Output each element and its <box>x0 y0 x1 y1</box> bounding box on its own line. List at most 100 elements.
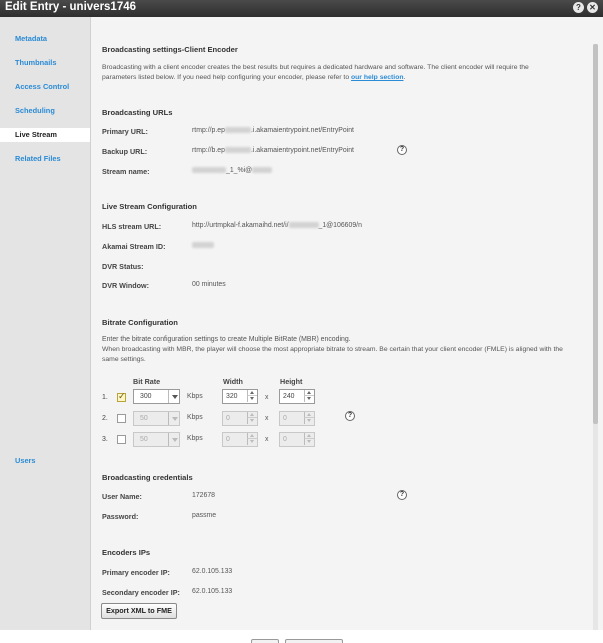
backup-url-value: rtmp://b.ep .i.akamaientrypoint.net/Entry… <box>192 147 354 154</box>
stepper-down-icon[interactable] <box>304 418 314 424</box>
close-icon[interactable]: ✕ <box>587 2 598 13</box>
primary-url-suffix: .i.akamaientrypoint.net/EntryPoint <box>250 127 354 134</box>
stream-name-label: Stream name: <box>102 167 150 176</box>
help-section-link[interactable]: our help section <box>351 74 404 81</box>
akamai-id-value <box>192 242 214 249</box>
help-icon[interactable]: ? <box>397 145 407 155</box>
primary-ip-value: 62.0.105.133 <box>192 568 233 575</box>
hls-url-value: http://urtmpkal-f.akamaihd.net/i/ _1@1066… <box>192 222 362 229</box>
help-icon[interactable]: ? <box>573 2 584 13</box>
sidebar-item-metadata[interactable]: Metadata <box>0 32 90 46</box>
encoder-ips-heading: Encoders IPs <box>102 548 151 557</box>
redacted-block <box>192 167 226 174</box>
bitrate-3-checkbox[interactable] <box>117 435 126 444</box>
window-titlebar: Edit Entry - univers1746 ? ✕ <box>0 0 603 17</box>
username-value: 172678 <box>192 492 215 499</box>
redacted-block <box>224 147 251 154</box>
akamai-id-label: Akamai Stream ID: <box>102 242 166 251</box>
chevron-down-icon[interactable] <box>168 412 179 425</box>
help-icon[interactable]: ? <box>397 490 407 500</box>
bitrate-column-header: Bit Rate <box>133 377 161 386</box>
sidebar-item-live-stream[interactable]: Live Stream <box>0 128 90 142</box>
times-sign: x <box>265 394 269 401</box>
scrollbar-thumb[interactable] <box>593 44 598 424</box>
redacted-block <box>288 222 319 229</box>
stepper-down-icon[interactable] <box>304 396 314 402</box>
height-column-header: Height <box>280 377 303 386</box>
stream-name-value: _1_%i@ <box>192 167 273 174</box>
chevron-down-icon[interactable] <box>168 390 179 403</box>
bitrate-1-value: 300 <box>140 393 152 400</box>
height-1-stepper[interactable]: 240 <box>279 389 315 404</box>
primary-ip-label: Primary encoder IP: <box>102 568 170 577</box>
sidebar: Metadata Thumbnails Access Control Sched… <box>0 17 90 630</box>
footer-button[interactable] <box>285 639 343 643</box>
width-1-stepper[interactable]: 320 <box>222 389 258 404</box>
stepper-down-icon[interactable] <box>247 439 257 445</box>
footer-button[interactable] <box>251 639 279 643</box>
encoder-description-period: . <box>403 74 406 81</box>
dvr-status-label: DVR Status: <box>102 262 144 271</box>
width-2-value: 0 <box>226 415 230 422</box>
help-icon[interactable]: ? <box>345 411 355 421</box>
row-number: 2. <box>102 415 108 422</box>
hls-url-prefix: http://urtmpkal-f.akamaihd.net/i/ <box>192 222 289 229</box>
bitrate-3-select[interactable]: 50 <box>133 432 180 447</box>
encoder-description: Broadcasting with a client encoder creat… <box>102 63 562 83</box>
stream-name-text: _1_%i@ <box>226 167 253 174</box>
stepper-down-icon[interactable] <box>247 418 257 424</box>
bitrate-2-checkbox[interactable] <box>117 414 126 423</box>
bitrate-intro-2: When broadcasting with MBR, the player w… <box>102 346 563 363</box>
window-title: Edit Entry - univers1746 <box>5 1 137 13</box>
bitrate-2-value: 50 <box>140 415 148 422</box>
sidebar-item-thumbnails[interactable]: Thumbnails <box>0 56 90 70</box>
sidebar-item-access-control[interactable]: Access Control <box>0 80 90 94</box>
live-config-heading: Live Stream Configuration <box>102 202 197 211</box>
dialog-footer <box>0 630 603 643</box>
width-2-stepper[interactable]: 0 <box>222 411 258 426</box>
primary-url-label: Primary URL: <box>102 127 148 136</box>
encoder-heading: Broadcasting settings-Client Encoder <box>102 45 238 54</box>
kbps-unit: Kbps <box>187 393 203 400</box>
export-xml-button[interactable]: Export XML to FME <box>101 603 177 619</box>
stepper-down-icon[interactable] <box>304 439 314 445</box>
width-column-header: Width <box>223 377 243 386</box>
backup-url-label: Backup URL: <box>102 147 148 156</box>
credentials-heading: Broadcasting credentials <box>102 473 193 482</box>
sidebar-item-users[interactable]: Users <box>0 454 90 468</box>
kbps-unit: Kbps <box>187 435 203 442</box>
hls-url-suffix: _1@106609/n <box>318 222 362 229</box>
height-1-value: 240 <box>283 393 295 400</box>
bitrate-2-select[interactable]: 50 <box>133 411 180 426</box>
username-label: User Name: <box>102 492 142 501</box>
backup-url-prefix: rtmp://b.ep <box>192 147 225 154</box>
sidebar-item-related-files[interactable]: Related Files <box>0 152 90 166</box>
width-3-stepper[interactable]: 0 <box>222 432 258 447</box>
secondary-ip-value: 62.0.105.133 <box>192 588 233 595</box>
backup-url-suffix: .i.akamaientrypoint.net/EntryPoint <box>250 147 354 154</box>
times-sign: x <box>265 436 269 443</box>
redacted-block <box>224 127 251 134</box>
chevron-down-icon[interactable] <box>168 433 179 446</box>
password-label: Password: <box>102 512 139 521</box>
scrollbar[interactable] <box>589 17 603 634</box>
password-value: passme <box>192 512 217 519</box>
bitrate-1-select[interactable]: 300 <box>133 389 180 404</box>
urls-heading: Broadcasting URLs <box>102 108 173 117</box>
height-3-value: 0 <box>283 436 287 443</box>
bitrate-1-checkbox[interactable] <box>117 391 126 402</box>
stepper-down-icon[interactable] <box>247 396 257 402</box>
bitrate-3-value: 50 <box>140 436 148 443</box>
redacted-block <box>192 242 214 249</box>
bitrate-intro-1: Enter the bitrate configuration settings… <box>102 336 351 343</box>
kbps-unit: Kbps <box>187 414 203 421</box>
primary-url-value: rtmp://p.ep .i.akamaientrypoint.net/Entry… <box>192 127 354 134</box>
sidebar-item-scheduling[interactable]: Scheduling <box>0 104 90 118</box>
height-2-value: 0 <box>283 415 287 422</box>
width-3-value: 0 <box>226 436 230 443</box>
bitrate-heading: Bitrate Configuration <box>102 318 178 327</box>
secondary-ip-label: Secondary encoder IP: <box>102 588 180 597</box>
height-2-stepper[interactable]: 0 <box>279 411 315 426</box>
primary-url-prefix: rtmp://p.ep <box>192 127 225 134</box>
height-3-stepper[interactable]: 0 <box>279 432 315 447</box>
